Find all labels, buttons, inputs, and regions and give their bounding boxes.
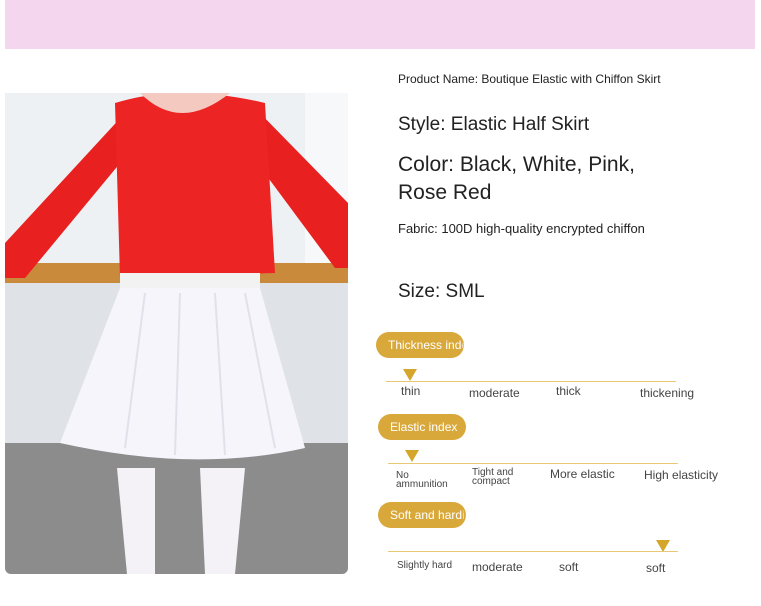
product-colors: Color: Black, White, Pink, Rose Red: [398, 153, 635, 204]
thickness-index-badge: Thickness index: [376, 332, 464, 358]
elastic-marker-icon: [405, 450, 419, 462]
thickness-label-moderate: moderate: [469, 386, 520, 400]
elastic-scale-line: [388, 463, 678, 464]
thickness-marker-icon: [403, 369, 417, 381]
thickness-label-thick: thick: [556, 384, 581, 398]
soft-hard-index-badge: Soft and hardindex: [378, 502, 466, 528]
softness-scale-line: [388, 551, 678, 552]
elastic-label-high-elasticity: High elasticity: [644, 468, 719, 482]
product-name: Product Name: Boutique Elastic with Chif…: [398, 72, 661, 86]
elastic-label-tight-compact: Tight and compact: [472, 467, 514, 487]
product-fabric: Fabric: 100D high-quality encrypted chif…: [398, 221, 645, 236]
softness-label-moderate: moderate: [472, 560, 523, 574]
thickness-label-thin: thin: [401, 384, 421, 398]
elastic-label-more-elastic: More elastic: [550, 467, 615, 481]
top-banner: [5, 0, 755, 49]
thickness-scale-line: [386, 381, 676, 382]
softness-label-slightly-hard: Slightly hard: [397, 560, 453, 571]
softness-label-soft-2: soft: [646, 561, 666, 575]
thickness-label-thickening: thickening: [640, 386, 695, 400]
softness-label-soft: soft: [559, 560, 579, 574]
product-style: Style: Elastic Half Skirt: [398, 114, 590, 135]
elastic-index-badge: Elastic index: [378, 414, 466, 440]
elastic-label-no-ammunition: No ammunition: [396, 470, 448, 490]
product-photo: [5, 93, 348, 574]
product-size: Size: SML: [398, 281, 485, 302]
